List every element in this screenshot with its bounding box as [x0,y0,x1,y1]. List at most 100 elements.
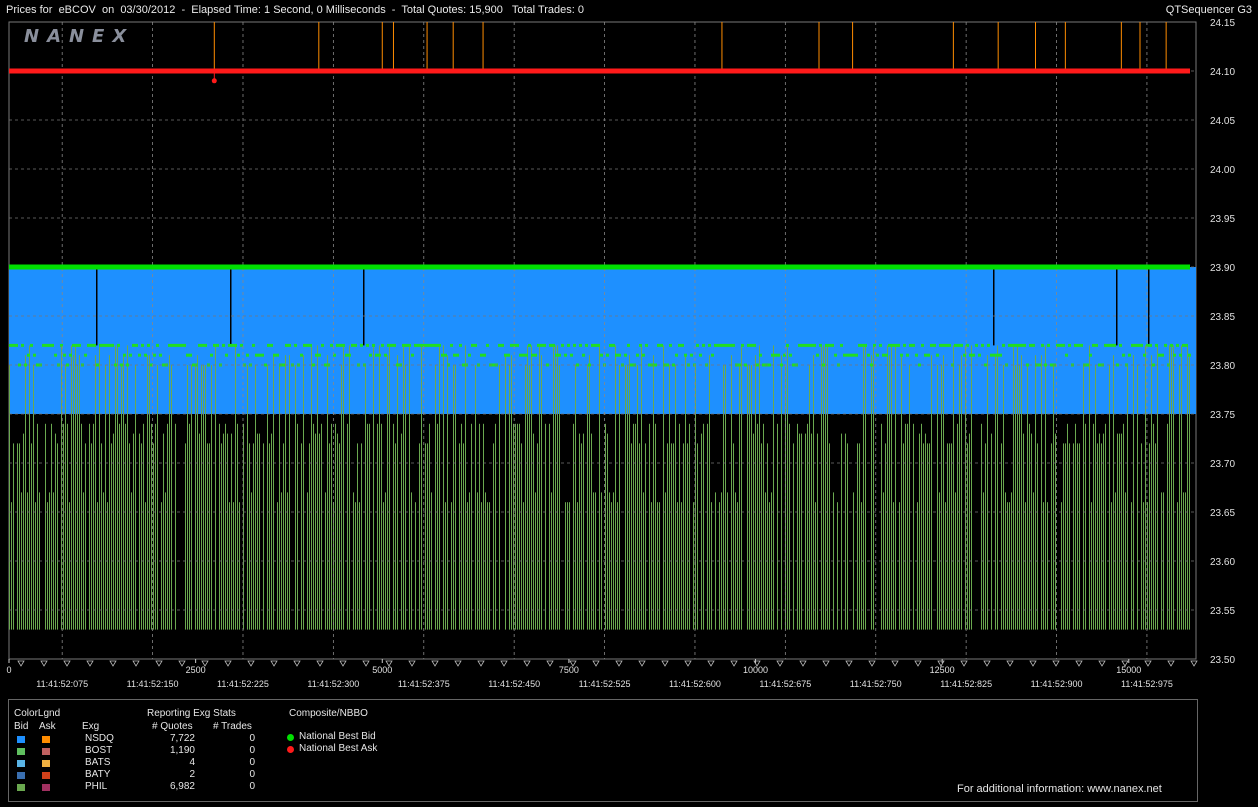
phil-bid-bar [329,443,330,630]
bid-quote-dot [123,353,126,357]
phil-bid-bar [1177,502,1178,630]
phil-bid-bar [649,423,650,630]
footer-link-text: For additional information: www.nanex.ne… [957,783,1162,795]
legend-quote-count: 7,722 [169,733,195,744]
phil-bid-bar [335,423,336,630]
phil-bid-bar [117,345,118,630]
bid-quote-dot [162,363,165,367]
phil-bid-bar [943,355,944,630]
phil-bid-bar [557,345,558,630]
phil-bid-bar [31,443,32,630]
bid-quote-dot [300,353,303,357]
phil-bid-bar [601,492,602,630]
phil-bid-bar [347,423,348,630]
phil-bid-bar [949,443,950,630]
bid-quote-dot [747,343,750,347]
phil-bid-bar [187,365,188,630]
phil-bid-bar [285,355,286,630]
bid-quote-dot [885,353,888,357]
phil-bid-bar [129,443,130,630]
phil-bid-bar [1127,365,1128,630]
bid-quote-dot [915,353,918,357]
bid-quote-dot [1158,353,1161,357]
bid-quote-dot [993,353,996,357]
phil-bid-bar [809,365,810,630]
bid-quote-dot [450,343,453,347]
bid-quote-dot [831,343,834,347]
phil-bid-bar [29,345,30,630]
phil-bid-bar [509,365,510,630]
legend-quote-count: 1,190 [169,745,195,756]
phil-bid-bar [725,365,726,630]
phil-bid-bar [663,345,664,630]
phil-bid-bar [811,433,812,630]
phil-bid-bar [95,355,96,630]
phil-bid-bar [481,502,482,630]
bid-quote-dot [294,343,297,347]
bid-quote-dot [504,353,507,357]
x-time-label: 11:41:52:825 [940,679,992,689]
phil-bid-bar [667,443,668,630]
phil-bid-bar [63,423,64,630]
phil-bid-bar [11,502,12,630]
bid-quote-dot [1029,343,1032,347]
phil-bid-bar [909,365,910,630]
phil-bid-bar [683,443,684,630]
bid-quote-dot [822,363,825,367]
bid-color-swatch [17,760,25,767]
x-marker-triangle [1098,660,1106,667]
phil-bid-bar [763,423,764,630]
bid-quote-dot [627,343,630,347]
bid-quote-dot [642,353,645,357]
bid-quote-dot [1047,343,1050,347]
phil-bid-bar [89,423,90,630]
phil-bid-bar [1021,355,1022,630]
x-time-label: 11:41:52:375 [398,679,450,689]
bid-quote-dot [1104,343,1107,347]
x-marker-triangle [1190,660,1198,667]
phil-bid-bar [167,423,168,630]
x-marker-triangle [523,660,531,667]
phil-bid-bar [613,492,614,630]
bid-quote-dot [84,353,87,357]
phil-bid-bar [279,365,280,630]
bid-quote-dot [1062,343,1065,347]
phil-bid-bar [99,345,100,630]
bid-quote-dot [579,343,582,347]
phil-bid-bar [1041,355,1042,630]
bid-quote-dot [981,343,984,347]
bid-quote-dot [12,343,15,347]
phil-bid-bar [297,423,298,630]
bid-quote-dot [819,343,822,347]
phil-bid-bar [365,365,366,630]
phil-bid-bar [689,423,690,630]
phil-bid-bar [955,492,956,630]
nbo-dip-point [211,78,217,84]
bid-quote-dot [1146,343,1149,347]
phil-bid-bar [1183,492,1184,630]
bid-quote-dot [813,343,816,347]
phil-bid-bar [837,502,838,630]
phil-bid-bar [1069,443,1070,630]
phil-bid-bar [653,355,654,630]
legend-exchange-name: BOST [85,745,113,756]
bid-quote-dot [1134,343,1137,347]
phil-bid-bar [1025,502,1026,630]
bid-quote-dot [696,343,699,347]
bid-quote-dot [645,343,648,347]
phil-bid-bar [69,502,70,630]
bid-quote-dot [1152,363,1155,367]
bid-quote-dot [1155,343,1158,347]
bid-quote-dot [1086,363,1089,367]
legend-trade-count: 0 [249,757,255,768]
bid-quote-dot [441,353,444,357]
bid-quote-dot [159,353,162,357]
bid-quote-dot [204,343,207,347]
bid-quote-dot [996,353,999,357]
phil-bid-bar [403,345,404,630]
phil-bid-bar [109,355,110,630]
phil-bid-bar [817,433,818,630]
phil-bid-bar [207,443,208,630]
phil-bid-bar [1173,345,1174,630]
bid-quote-dot [1122,353,1125,357]
